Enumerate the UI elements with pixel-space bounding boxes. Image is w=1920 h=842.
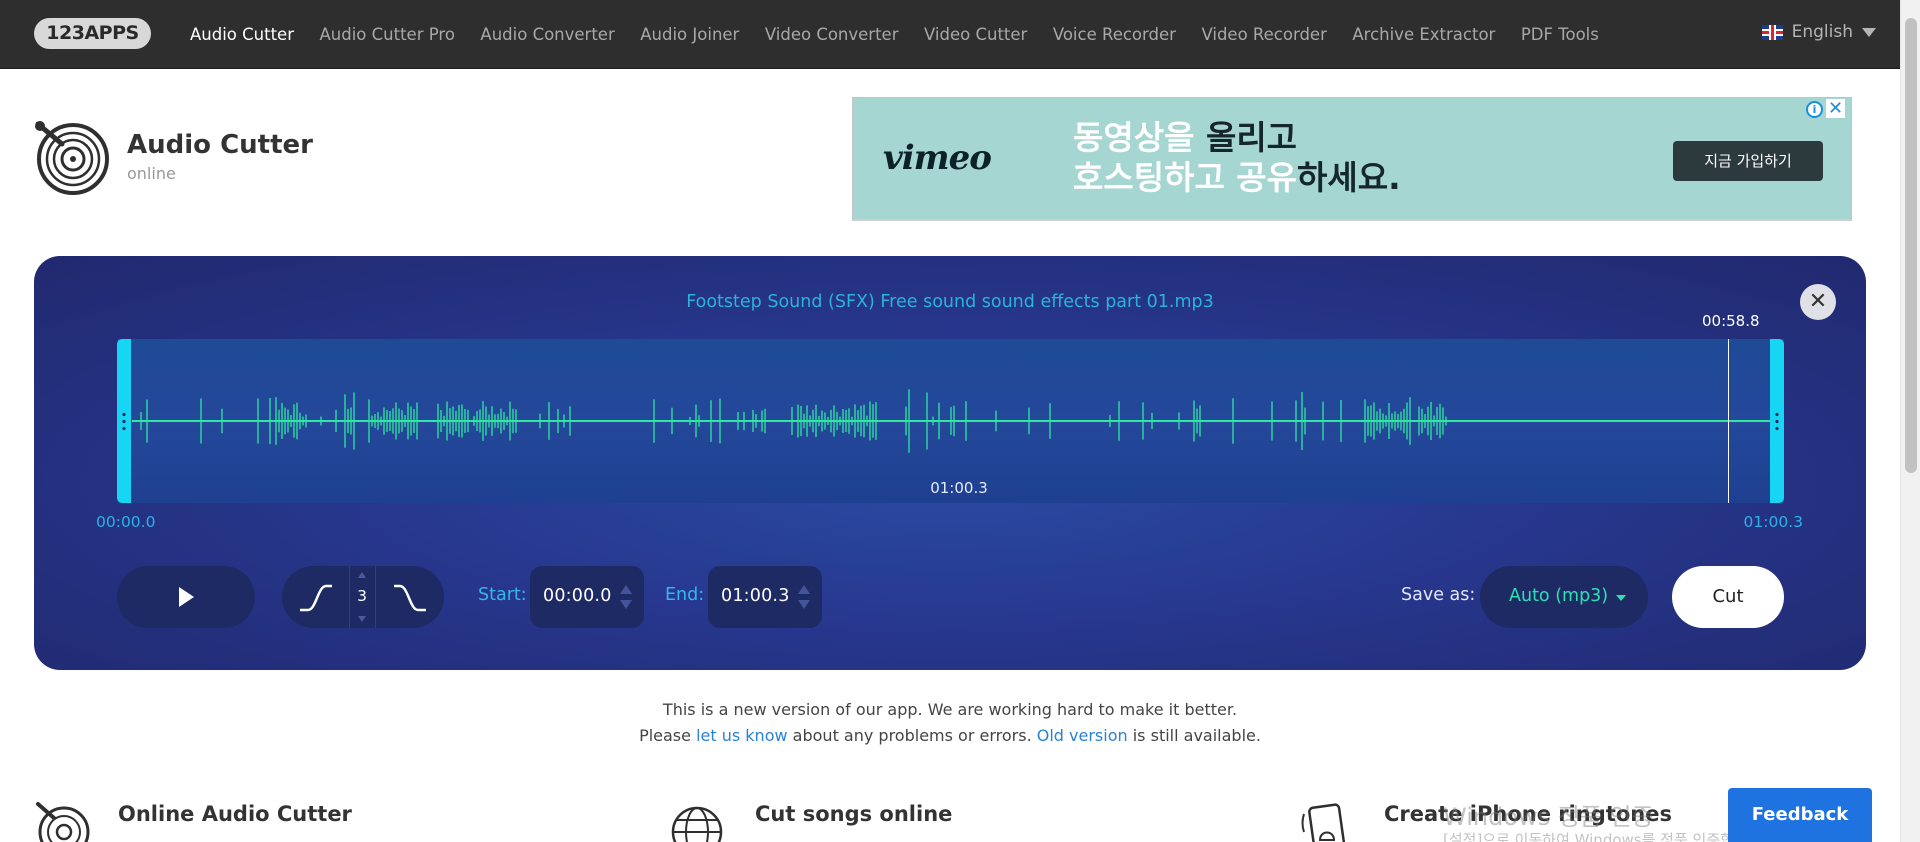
page-title: Audio Cutter [127, 130, 313, 161]
play-button[interactable] [117, 566, 255, 628]
nav-menu: Audio Cutter Audio Cutter Pro Audio Conv… [190, 0, 1624, 69]
version-notice: This is a new version of our app. We are… [0, 697, 1900, 749]
nav-item-video-converter[interactable]: Video Converter [765, 25, 899, 44]
playhead-time: 00:58.8 [1702, 312, 1760, 330]
range-end-time: 01:00.3 [1743, 513, 1803, 531]
end-increase-icon[interactable] [798, 585, 810, 594]
fade-duration-value[interactable]: 3 [350, 587, 374, 605]
nav-item-archive-extractor[interactable]: Archive Extractor [1352, 25, 1495, 44]
vinyl-scissors-icon [35, 121, 109, 195]
ad-close-icon[interactable]: ✕ [1826, 99, 1845, 118]
start-decrease-icon[interactable] [620, 600, 632, 609]
windows-activation-watermark: Windows 정품 인증 [1443, 803, 1654, 831]
end-label: End: [665, 585, 705, 605]
nav-item-video-recorder[interactable]: Video Recorder [1201, 25, 1326, 44]
end-time-input[interactable]: 01:00.3 [708, 566, 822, 628]
range-start-time: 00:00.0 [96, 513, 156, 531]
ad-brand-logo: vimeo [883, 138, 992, 178]
nav-item-pdf-tools[interactable]: PDF Tools [1521, 25, 1599, 44]
feature-online-audio-cutter: Online Audio Cutter [34, 800, 352, 842]
fade-increase-icon[interactable] [358, 572, 366, 578]
fade-divider [375, 566, 376, 628]
fade-in-icon[interactable] [298, 580, 334, 614]
phone-bell-icon [1301, 803, 1346, 842]
page-subtitle: online [127, 163, 176, 183]
advertisement-banner[interactable]: vimeo 동영상을 올리고 호스팅하고 공유하세요. 지금 가입하기 i ✕ [852, 97, 1852, 221]
language-label: English [1791, 22, 1853, 42]
save-as-label: Save as: [1401, 585, 1476, 605]
feature-title: Cut songs online [755, 802, 953, 826]
selection-duration: 01:00.3 [930, 479, 988, 497]
language-selector[interactable]: English [1761, 22, 1876, 42]
format-select[interactable]: Auto (mp3) [1480, 566, 1648, 628]
start-label: Start: [478, 585, 527, 605]
nav-item-voice-recorder[interactable]: Voice Recorder [1053, 25, 1176, 44]
feature-cut-songs-online: Cut songs online [671, 800, 952, 842]
play-icon [179, 587, 194, 607]
scrollbar-thumb[interactable] [1905, 18, 1917, 473]
site-logo[interactable]: 123APPS [34, 18, 151, 49]
fade-out-icon[interactable] [392, 580, 428, 614]
windows-activation-subtext: [설정]으로 이동하여 Windows를 정품 인증합니다. [1443, 831, 1767, 842]
nav-item-audio-cutter[interactable]: Audio Cutter [190, 25, 294, 44]
grip-icon [122, 411, 126, 431]
start-time-input[interactable]: 00:00.0 [530, 566, 644, 628]
caret-down-icon [1862, 27, 1876, 37]
fade-decrease-icon[interactable] [358, 616, 366, 622]
close-file-button[interactable]: ✕ [1800, 284, 1836, 320]
feedback-link[interactable]: let us know [696, 726, 788, 745]
top-nav: 123APPS Audio Cutter Audio Cutter Pro Au… [0, 0, 1900, 69]
caret-down-icon [1616, 595, 1626, 601]
ad-line1-highlight: 동영상을 [1073, 118, 1195, 157]
file-name: Footstep Sound (SFX) Free sound sound ef… [686, 292, 1214, 312]
audio-editor: Footstep Sound (SFX) Free sound sound ef… [34, 256, 1866, 670]
ad-headline: 동영상을 올리고 호스팅하고 공유하세요. [1073, 118, 1401, 198]
ad-line2-highlight: 호스팅하고 공유 [1073, 158, 1298, 197]
nav-item-audio-joiner[interactable]: Audio Joiner [640, 25, 739, 44]
notice-line-1: This is a new version of our app. We are… [662, 700, 1238, 719]
globe-icon [671, 806, 723, 842]
nav-item-audio-converter[interactable]: Audio Converter [480, 25, 614, 44]
grip-icon [1775, 411, 1779, 431]
start-increase-icon[interactable] [620, 585, 632, 594]
old-version-link[interactable]: Old version [1037, 726, 1128, 745]
ad-info-icon[interactable]: i [1806, 101, 1823, 118]
notice-line-2: Please let us know about any problems or… [639, 726, 1261, 745]
ad-line2-rest: 하세요. [1297, 158, 1401, 197]
start-time-value: 00:00.0 [543, 586, 612, 606]
feedback-button[interactable]: Feedback [1728, 788, 1872, 842]
cut-button[interactable]: Cut [1672, 566, 1784, 628]
page-scrollbar[interactable] [1900, 0, 1920, 842]
nav-item-video-cutter[interactable]: Video Cutter [924, 25, 1027, 44]
format-value: Auto (mp3) [1509, 586, 1609, 606]
ad-signup-button[interactable]: 지금 가입하기 [1673, 141, 1823, 181]
end-decrease-icon[interactable] [798, 600, 810, 609]
nav-item-audio-cutter-pro[interactable]: Audio Cutter Pro [320, 25, 455, 44]
app-header: Audio Cutter online [32, 118, 313, 196]
vinyl-icon [36, 802, 90, 842]
uk-flag-icon [1761, 24, 1783, 40]
ad-line1-rest: 올리고 [1205, 118, 1298, 157]
fade-controls: 3 [282, 566, 444, 628]
end-time-value: 01:00.3 [721, 586, 790, 606]
feature-title: Online Audio Cutter [118, 802, 352, 826]
